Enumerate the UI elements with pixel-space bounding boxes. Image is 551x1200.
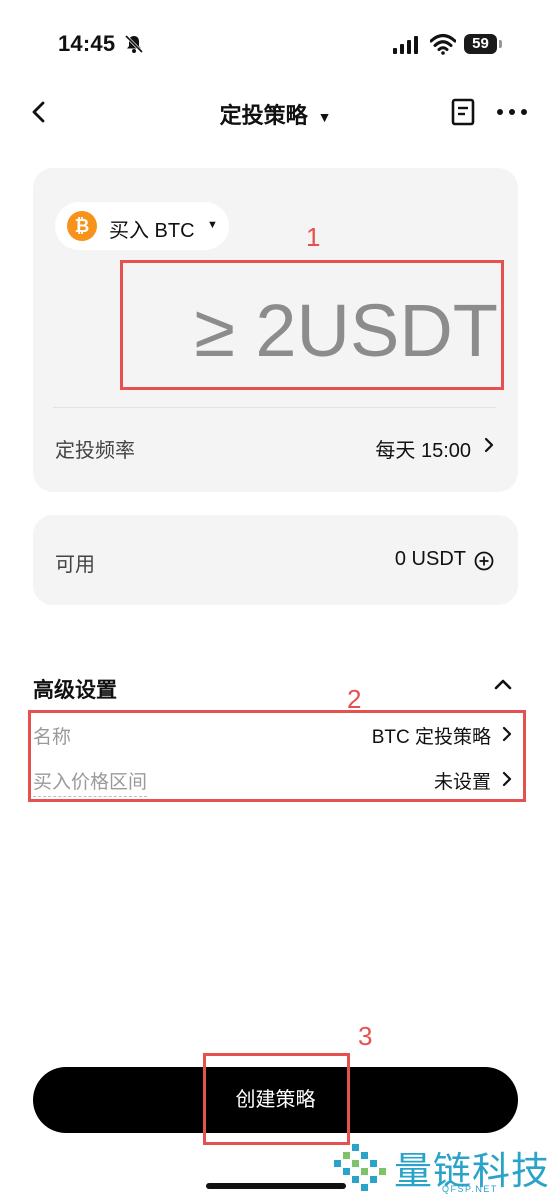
document-icon[interactable]	[451, 98, 475, 126]
chevron-up-icon	[494, 679, 512, 690]
status-time: 14:45	[58, 31, 116, 56]
dropdown-caret-icon: ▼	[317, 109, 332, 126]
advanced-settings-header[interactable]: 高级设置	[33, 672, 518, 702]
add-funds-icon[interactable]	[474, 551, 494, 571]
annotation-number-2: 2	[347, 684, 362, 714]
watermark: 量链科技 QFSP.NET	[330, 1138, 551, 1198]
bitcoin-icon: ₿	[67, 211, 97, 241]
chevron-down-icon: ▼	[207, 219, 218, 231]
cellular-signal-icon	[393, 36, 418, 54]
asset-selector[interactable]: ₿ 买入 BTC ▼	[55, 202, 229, 250]
advanced-settings-title: 高级设置	[33, 679, 117, 702]
nav-bar: 定投策略 ▼	[0, 84, 551, 140]
home-indicator	[206, 1183, 346, 1189]
frequency-label: 定投频率	[55, 440, 135, 462]
watermark-subtext: QFSP.NET	[442, 1184, 498, 1194]
annotation-number-1: 1	[306, 222, 321, 252]
available-value: 0 USDT	[394, 548, 466, 570]
battery-level: 59	[464, 34, 497, 54]
annotation-number-3: 3	[358, 1021, 373, 1051]
frequency-row[interactable]: 定投频率 每天 15:00	[55, 428, 495, 464]
more-options-icon[interactable]	[496, 108, 528, 116]
divider	[53, 407, 496, 408]
battery-indicator: 59	[464, 34, 502, 54]
frequency-value: 每天 15:00	[375, 440, 471, 462]
asset-label: 买入 BTC	[109, 220, 195, 242]
available-balance-card: 可用 0 USDT	[33, 515, 518, 605]
page-title: 定投策略	[219, 103, 308, 128]
watermark-logo-icon	[334, 1144, 386, 1191]
available-label: 可用	[55, 554, 95, 576]
annotation-box-2	[28, 710, 526, 802]
battery-tip	[499, 40, 502, 48]
bell-muted-icon	[124, 34, 144, 54]
status-bar: 14:45 59	[0, 0, 551, 90]
wifi-icon	[430, 34, 456, 55]
annotation-box-3	[203, 1053, 350, 1145]
chevron-right-icon	[484, 437, 494, 453]
annotation-box-1	[120, 260, 504, 390]
